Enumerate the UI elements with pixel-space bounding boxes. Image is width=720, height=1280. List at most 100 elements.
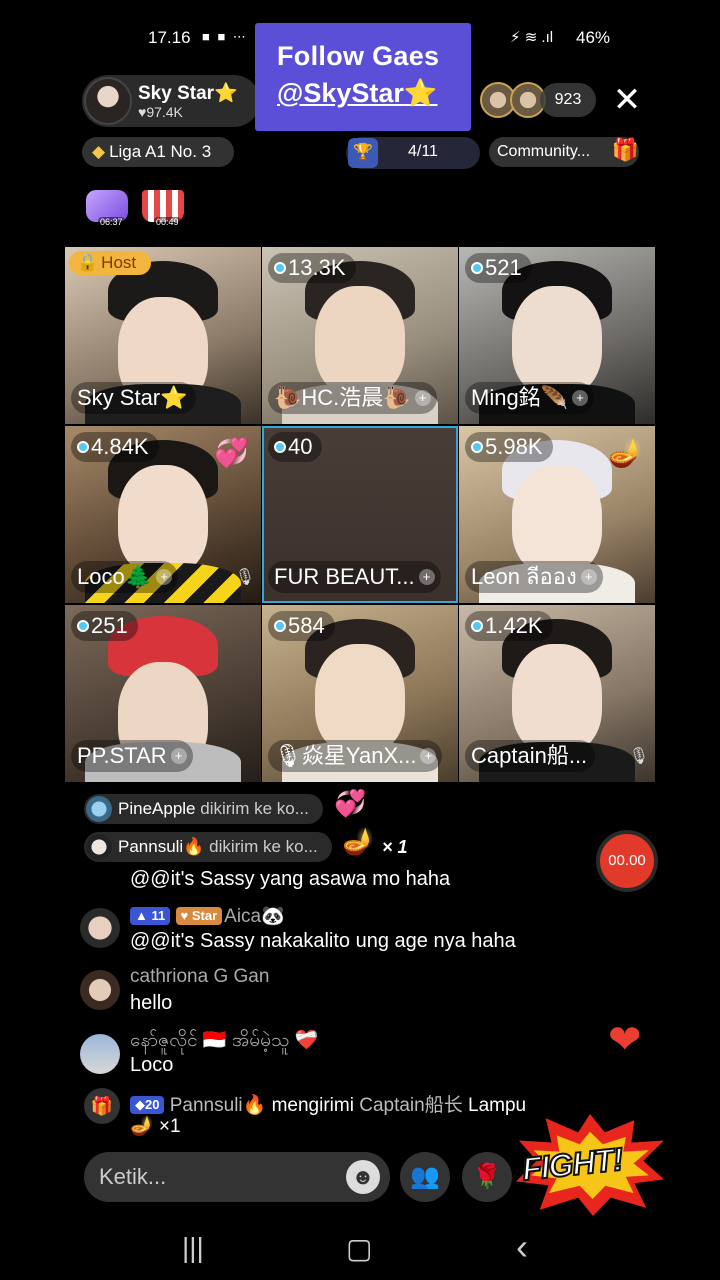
video-tile-selected[interactable]: 40 FUR BEAUT... + (262, 426, 458, 603)
people-icon: 👥 (410, 1163, 440, 1190)
level-badge: ▲ 11 (130, 907, 171, 925)
follow-banner-handle-text: @SkyStar (277, 78, 404, 108)
video-tile[interactable]: 💞 4.84K Loco🌲 + 🎙 (65, 426, 261, 603)
tile-name: 🎙焱星YanX... + (268, 740, 443, 772)
fight-button[interactable]: FIGHT! (516, 1114, 664, 1216)
viewer-count-badge: 13.3K (268, 253, 356, 283)
tile-name: FUR BEAUT... + (268, 561, 441, 593)
gift-notification: Pannsuli🔥 dikirim ke ko... 🪔 × 1 (84, 826, 408, 862)
lamp-gift-icon: 🪔 (342, 826, 375, 856)
guests-button[interactable]: 👥 (400, 1152, 450, 1202)
gift-icon: 💞 (334, 788, 367, 818)
chat-text: @@it's Sassy yang asawa mo haha (130, 868, 451, 890)
video-tile[interactable]: 1.42K Captain船... 🎙 (459, 605, 655, 782)
tile-name: PP.STAR + (71, 740, 193, 772)
follow-plus-icon[interactable]: + (156, 569, 173, 585)
gift-quantity: 🪔 ×1 (130, 1116, 181, 1137)
chat-text: hello (130, 992, 173, 1014)
star-icon: ⭐ (214, 83, 238, 104)
lamp-gift-icon: 🪔 (608, 437, 643, 468)
host-badge: 🔒 Host (69, 251, 151, 275)
user-avatar[interactable] (80, 970, 120, 1010)
event-badge[interactable]: 06:37 (86, 190, 132, 230)
diamond-icon: ◆ (92, 142, 106, 161)
video-tile[interactable]: 521 Ming銘🪶 + (459, 247, 655, 424)
star-icon: ⭐ (403, 78, 438, 108)
home-icon[interactable]: ▢ (346, 1232, 372, 1265)
follow-plus-icon[interactable]: + (418, 569, 435, 585)
user-avatar[interactable] (80, 908, 120, 948)
notification-icons: ■ ■ ⋯ (202, 29, 248, 44)
follow-plus-icon[interactable]: + (580, 569, 597, 585)
follow-plus-icon[interactable]: + (420, 748, 437, 764)
recents-icon[interactable]: ||| (182, 1232, 204, 1264)
host-profile-pill[interactable]: Sky Star⭐ ♥97.4K (82, 75, 260, 127)
back-icon[interactable]: ‹ (516, 1226, 528, 1268)
emoji-icon[interactable]: ☻ (346, 1160, 380, 1194)
mic-muted-icon: 🎙 (234, 569, 255, 586)
video-tile-host[interactable]: 🔒 Host Sky Star⭐ (65, 247, 261, 424)
mic-muted-icon: 🎙 (628, 748, 649, 765)
room-rank-text: 4/11 (408, 143, 438, 160)
chat-text: @@it's Sassy nakakalito ung age nya haha (130, 930, 516, 952)
follow-banner-line1: Follow Gaes (277, 41, 440, 71)
liga-rank-pill[interactable]: ◆ Liga A1 No. 3 (82, 137, 234, 167)
video-tile[interactable]: 13.3K 🐌HC.浩晨🐌 + (262, 247, 458, 424)
user-avatar[interactable] (80, 1034, 120, 1074)
viewer-count-badge: 251 (71, 611, 138, 641)
tile-name: Loco🌲 + (71, 561, 179, 593)
viewer-count-badge: 584 (268, 611, 335, 641)
chat-username: နော်ဇူလိုင် 🇮🇩 အိမ်မဲ့သူ ❤️‍🩹 (130, 1030, 319, 1051)
video-tile[interactable]: 🪔 5.98K Leon ลีออง + (459, 426, 655, 603)
chat-input[interactable]: Ketik... ☻ (84, 1152, 390, 1202)
follow-banner-handle[interactable]: @SkyStar⭐ (277, 73, 471, 113)
tile-name: Leon ลีออง + (465, 561, 603, 593)
follow-plus-icon[interactable]: + (414, 390, 431, 406)
level-badge: ◆20 (130, 1096, 165, 1114)
user-avatar[interactable] (86, 796, 112, 822)
viewer-count-badge: 40 (268, 432, 323, 462)
pk-timer-button[interactable]: 00.00 (600, 834, 654, 888)
gift-box-icon: 🎁 (84, 1088, 120, 1124)
viewer-count-badge: 1.42K (465, 611, 553, 641)
chat-input-placeholder: Ketik... (99, 1164, 167, 1189)
room-rank-pill[interactable]: 🏆 4/11 (346, 137, 480, 169)
host-avatar[interactable] (84, 77, 132, 125)
close-button[interactable]: ✕ (610, 82, 644, 118)
rose-gift-button[interactable]: 🌹 (462, 1152, 512, 1202)
lock-icon: 🔒 (77, 253, 99, 272)
battery-level: 46% (576, 28, 611, 47)
tile-name: Sky Star⭐ (71, 382, 196, 414)
host-likes: ♥97.4K (138, 104, 183, 120)
system-nav-bar: ||| ▢ ‹ (0, 1226, 720, 1280)
chat-username: cathriona G Gan (130, 966, 270, 987)
rose-icon: 🌹 (472, 1163, 502, 1190)
tile-name: 🐌HC.浩晨🐌 + (268, 382, 437, 414)
gift-system-line: ◆20 Pannsuli🔥 mengirimi Captain船长 Lampu (130, 1090, 526, 1117)
community-pill[interactable]: Community... 🎁 (489, 137, 639, 167)
guest-video-grid: 🔒 Host Sky Star⭐ 13.3K 🐌HC.浩晨🐌 + 521 Ming銘… (65, 247, 655, 782)
video-tile[interactable]: 584 🎙焱星YanX... + (262, 605, 458, 782)
tile-name: Ming銘🪶 + (465, 382, 595, 414)
gift-heart-icon: 🎁 (611, 137, 639, 162)
event-badge[interactable]: 00:49 (142, 190, 188, 230)
star-badge: ♥ Star (175, 907, 223, 925)
like-heart-button[interactable]: ❤ (608, 1020, 642, 1060)
user-avatar[interactable] (86, 834, 112, 860)
chat-username: ▲ 11 ♥ Star Aica🐼 (130, 904, 285, 928)
viewer-count-badge: 4.84K (71, 432, 159, 462)
follow-plus-icon[interactable]: + (572, 390, 589, 406)
wifi-signal-icons: ⚡ ≋ .ıl (510, 29, 554, 46)
status-time: 17.16 (148, 28, 191, 47)
follow-plus-icon[interactable]: + (170, 748, 187, 764)
viewer-count[interactable]: 923 (540, 83, 596, 117)
tile-name: Captain船... (465, 740, 596, 772)
video-tile[interactable]: 251 PP.STAR + (65, 605, 261, 782)
gift-multiplier: × 1 (382, 837, 408, 857)
gift-notification: PineApple dikirim ke ko... 💞 (84, 788, 366, 824)
trophy-icon: 🏆 (348, 138, 378, 168)
chat-text: Loco (130, 1054, 174, 1076)
gift-effect-icon: 💞 (214, 437, 249, 468)
viewer-count-badge: 5.98K (465, 432, 553, 462)
viewer-count-badge: 521 (465, 253, 532, 283)
